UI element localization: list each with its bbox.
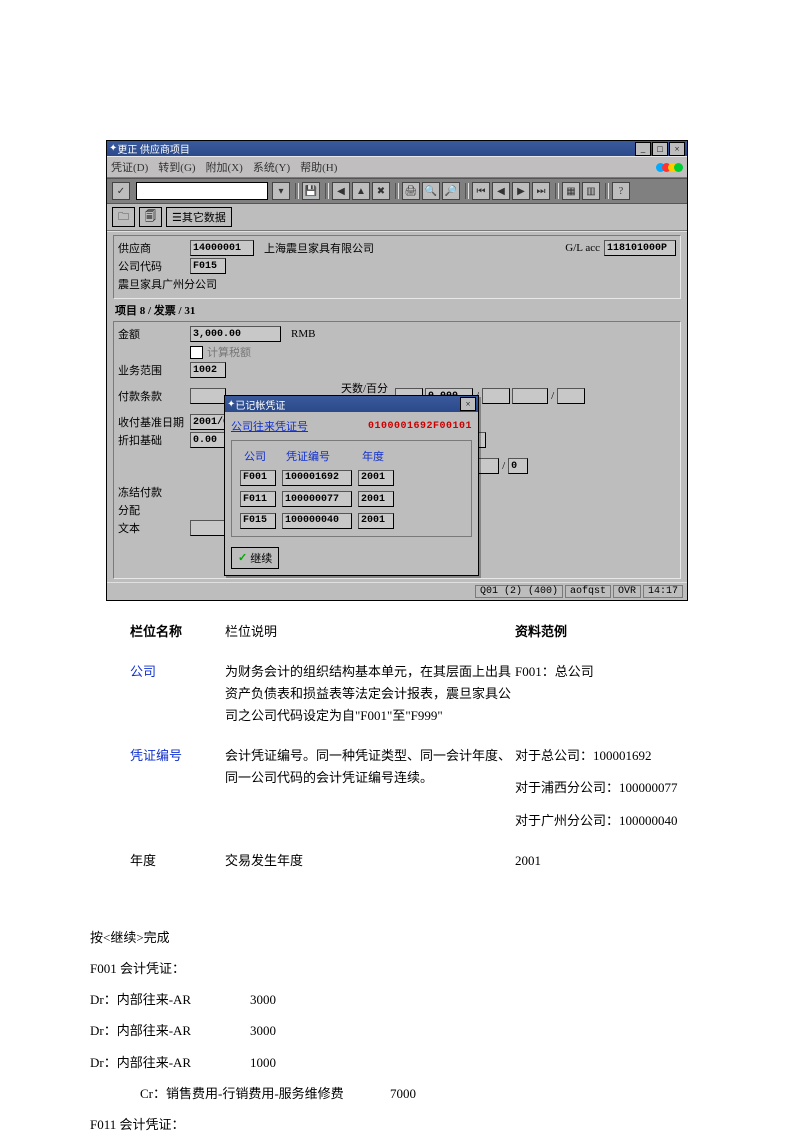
taxcalc-label: 计算税额 [207,344,251,360]
status-session: Q01 (2) (400) [475,585,563,598]
base-label: 收付基准日期 [118,414,190,430]
days-4[interactable] [557,388,585,404]
dropdown-icon[interactable]: ▾ [272,182,290,200]
taxcalc-checkbox[interactable] [190,346,203,359]
menu-system[interactable]: 系统(Y) [253,159,290,175]
exit-icon[interactable]: ▲ [352,182,370,200]
modal-icon: ✦ [227,399,235,410]
help-icon[interactable]: ? [612,182,630,200]
menu-extra[interactable]: 附加(X) [206,159,243,175]
bizarea-input[interactable]: 1002 [190,362,226,378]
field-definition-table: 栏位名称 栏位说明 资料范例 公司 为财务会计的组织结构基本单元，在其层面上出具… [130,621,730,872]
enter-icon[interactable]: ✓ [112,182,130,200]
supplier-name: 上海震旦家具有限公司 [264,240,374,256]
titlebar: ✦ 更正 供应商项目 _ □ × [107,141,687,156]
menu-doc[interactable]: 凭证(D) [111,159,148,175]
payterm-input[interactable] [190,388,226,404]
print-icon[interactable]: 🖨 [402,182,420,200]
app-toolbar: 🗀 🗐 ☰ 其它数据 [107,204,687,231]
findnext-icon[interactable]: 🔎 [442,182,460,200]
prev-icon[interactable]: ◀ [492,182,510,200]
window-title: 更正 供应商项目 [117,141,634,156]
amount-input[interactable]: 3,000.00 [190,326,281,342]
item-header: 项目 8 / 发票 / 31 [115,303,195,319]
last-icon[interactable]: ⏭ [532,182,550,200]
window-icon: ✦ [109,143,117,154]
other-data-button[interactable]: ☰ 其它数据 [166,207,232,227]
status-server: aofqst [565,585,611,598]
cancel-icon[interactable]: ✖ [372,182,390,200]
supplier-label: 供应商 [118,240,190,256]
payterm-label: 付款条款 [118,388,190,404]
amount-label: 金额 [118,326,190,342]
text-label: 文本 [118,520,190,536]
menu-goto[interactable]: 转到(G) [158,159,195,175]
currency: RMB [291,328,315,340]
days-3[interactable] [512,388,548,404]
posted-voucher-dialog: ✦ 已记帐凭证 × 公司往来凭证号 0100001692F00101 公司凭证编… [224,395,479,576]
table-row: F0151000000402001 [238,510,396,530]
minimize-button[interactable]: _ [635,142,651,156]
first-icon[interactable]: ⏮ [472,182,490,200]
layout-icon[interactable]: ▦ [562,182,580,200]
icon-btn-2[interactable]: 🗐 [139,207,162,227]
menubar: 凭证(D) 转到(G) 附加(X) 系统(Y) 帮助(H) [107,156,687,178]
command-field[interactable] [136,182,268,200]
sap-logo [656,163,683,172]
gl-label: G/L acc [565,242,600,254]
menu-help[interactable]: 帮助(H) [300,159,337,175]
next-icon[interactable]: ▶ [512,182,530,200]
freeze-label: 冻结付款 [118,484,190,500]
cc-value[interactable]: F015 [190,258,226,274]
status-time: 14:17 [643,585,683,598]
status-ovr: OVR [613,585,641,598]
close-button[interactable]: × [669,142,685,156]
bizarea-label: 业务范围 [118,362,190,378]
continue-button[interactable]: ✓继续 [231,547,279,569]
back-icon[interactable]: ◀ [332,182,350,200]
statusbar: Q01 (2) (400) aofqst OVR 14:17 [107,582,687,600]
icon-btn-1[interactable]: 🗀 [112,207,135,227]
cc-label: 公司代码 [118,258,190,274]
disc-label: 折扣基础 [118,432,190,448]
cc-name: 震旦家具广州分公司 [118,276,217,292]
sap-window: ✦ 更正 供应商项目 _ □ × 凭证(D) 转到(G) 附加(X) 系统(Y)… [106,140,688,601]
gl-value[interactable]: 118101000P [604,240,676,256]
document-text: 按<继续>完成 F001 会计凭证： Dr：内部往来-AR3000 Dr：内部往… [90,922,794,1140]
intercompany-value: 0100001692F00101 [368,421,472,432]
supplier-code[interactable]: 14000001 [190,240,254,256]
toolbar: ✓ ▾ 💾 ◀ ▲ ✖ 🖨 🔍 🔎 ⏮ ◀ ▶ ⏭ ▦ ▥ ? [107,178,687,204]
invref-3[interactable]: 0 [508,458,528,474]
modal-close[interactable]: × [460,397,476,411]
layout2-icon[interactable]: ▥ [582,182,600,200]
table-row: F0111000000772001 [238,489,396,509]
alloc-label: 分配 [118,502,190,518]
days-2[interactable] [482,388,510,404]
intercompany-link[interactable]: 公司往来凭证号 [231,418,308,434]
voucher-table: 公司凭证编号年度 F0011000016922001 F011100000077… [236,445,398,532]
table-row: F0011000016922001 [238,467,396,487]
header-box: 供应商 14000001 上海震旦家具有限公司 G/L acc 11810100… [113,235,681,299]
modal-title: 已记帐凭证 [235,397,285,412]
maximize-button[interactable]: □ [652,142,668,156]
find-icon[interactable]: 🔍 [422,182,440,200]
save-icon[interactable]: 💾 [302,182,320,200]
